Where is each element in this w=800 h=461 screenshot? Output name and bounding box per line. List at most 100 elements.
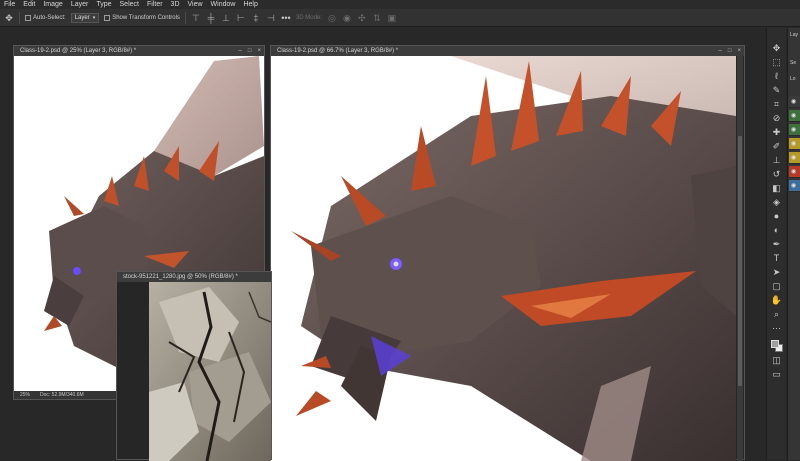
healing-icon[interactable]: ✚ (770, 126, 784, 139)
auto-select-target-dropdown[interactable]: Layer ▾ (70, 12, 100, 23)
shape-icon[interactable]: ▢ (770, 280, 784, 293)
layer-row[interactable]: ◉ (789, 166, 800, 178)
menu-type[interactable]: Type (92, 1, 115, 8)
3d-orbit-icon[interactable]: ◎ (327, 13, 337, 23)
gradient-icon[interactable]: ◈ (770, 196, 784, 209)
history-brush-icon[interactable]: ↺ (770, 168, 784, 181)
eye-icon[interactable]: ◉ (791, 113, 796, 119)
eye-icon[interactable]: ◉ (791, 141, 796, 147)
align-top-icon[interactable]: ⊤ (191, 13, 201, 23)
layers-search-label[interactable]: Se (790, 60, 796, 66)
crop-icon[interactable]: ⌗ (770, 98, 784, 111)
align-right-icon[interactable]: ⊣ (266, 13, 276, 23)
layer-row[interactable]: ◉ (789, 152, 800, 164)
move-icon[interactable]: ✥ (4, 13, 14, 23)
more-icon[interactable]: ⋯ (770, 322, 784, 335)
document-window-main[interactable]: Class-19-2.psd @ 66.7% (Layer 3, RGB/8#)… (270, 45, 745, 461)
3d-scale-icon[interactable]: ▣ (387, 13, 397, 23)
eraser-icon[interactable]: ◧ (770, 182, 784, 195)
menu-bar: File Edit Image Layer Type Select Filter… (0, 0, 800, 9)
maximize-icon[interactable]: □ (728, 48, 732, 54)
align-left-icon[interactable]: ⊢ (236, 13, 246, 23)
document-canvas[interactable] (149, 282, 271, 461)
move-icon[interactable]: ✥ (770, 42, 784, 55)
layers-lock-label: Lo (790, 76, 796, 82)
auto-select-target-value: Layer (74, 14, 90, 21)
dragon-artwork-closeup (291, 56, 736, 461)
path-select-icon[interactable]: ➤ (770, 266, 784, 279)
menu-select[interactable]: Select (116, 1, 143, 8)
document-canvas[interactable] (271, 56, 736, 461)
pen-icon[interactable]: ✒ (770, 238, 784, 251)
document-titlebar[interactable]: stock-951221_1280.jpg @ 50% (RGB/8#) * (117, 272, 271, 282)
menu-view[interactable]: View (184, 1, 207, 8)
stamp-icon[interactable]: ⊥ (770, 154, 784, 167)
menu-filter[interactable]: Filter (143, 1, 167, 8)
menu-3d[interactable]: 3D (167, 1, 184, 8)
dodge-icon[interactable]: ◐ (770, 224, 784, 237)
menu-help[interactable]: Help (239, 1, 261, 8)
zoom-icon[interactable]: ⌕ (770, 308, 784, 321)
document-title: Class-19-2.psd @ 25% (Layer 3, RGB/8#) * (20, 48, 137, 54)
maximize-icon[interactable]: □ (248, 48, 252, 54)
zoom-level[interactable]: 25% (20, 392, 30, 398)
align-vcenter-icon[interactable]: ╪ (206, 13, 216, 23)
lasso-icon[interactable]: ℓ (770, 70, 784, 83)
hand-icon[interactable]: ✋ (770, 294, 784, 307)
auto-select-checkbox[interactable] (25, 14, 31, 21)
auto-select-toggle[interactable]: Auto-Select: (25, 14, 66, 21)
brush-icon[interactable]: ✐ (770, 140, 784, 153)
eye-icon[interactable]: ◉ (791, 183, 796, 189)
show-transform-toggle[interactable]: Show Transform Controls (104, 14, 180, 21)
type-icon[interactable]: T (770, 252, 784, 265)
tools-panel: ✥ ⬚ ℓ ✎ ⌗ ⊘ ✚ ✐ ⊥ ↺ ◧ ◈ ● ◐ ✒ T ➤ ▢ ✋ ⌕ … (766, 28, 786, 460)
eye-icon[interactable]: ◉ (791, 99, 796, 105)
3d-pan-icon[interactable]: ✣ (357, 13, 367, 23)
document-info: Doc: 52.9M/340.6M (40, 392, 84, 398)
layer-row[interactable]: ◉ (789, 110, 800, 122)
close-icon[interactable]: × (257, 48, 261, 54)
options-bar: ✥ Auto-Select: Layer ▾ Show Transform Co… (0, 9, 800, 27)
show-transform-checkbox[interactable] (104, 14, 111, 21)
document-titlebar[interactable]: Class-19-2.psd @ 66.7% (Layer 3, RGB/8#)… (271, 46, 744, 56)
layers-tab-label[interactable]: Lay (790, 32, 798, 38)
menu-layer[interactable]: Layer (67, 1, 93, 8)
blur-icon[interactable]: ● (770, 210, 784, 223)
foreground-color-swatch[interactable] (770, 340, 779, 348)
3d-slide-icon[interactable]: ⇅ (372, 13, 382, 23)
3d-roll-icon[interactable]: ◉ (342, 13, 352, 23)
menu-file[interactable]: File (0, 1, 19, 8)
menu-edit[interactable]: Edit (19, 1, 39, 8)
layer-row[interactable]: ◉ (789, 96, 800, 108)
chevron-down-icon: ▾ (92, 14, 96, 21)
eyedropper-icon[interactable]: ⊘ (770, 112, 784, 125)
more-options-icon[interactable]: ••• (281, 13, 291, 23)
close-icon[interactable]: × (737, 48, 741, 54)
marquee-icon[interactable]: ⬚ (770, 56, 784, 69)
workspace: Class-19-2.psd @ 25% (Layer 3, RGB/8#) *… (0, 28, 765, 461)
quick-select-icon[interactable]: ✎ (770, 84, 784, 97)
align-buttons: ⊤ ╪ ⊥ ⊢ ‡ ⊣ (191, 13, 276, 23)
quick-mask-icon[interactable]: ◫ (770, 354, 784, 367)
layer-row[interactable]: ◉ (789, 180, 800, 192)
scrollbar-thumb[interactable] (738, 136, 742, 386)
layer-row[interactable]: ◉ (789, 138, 800, 150)
minimize-icon[interactable]: – (239, 48, 242, 54)
eye-icon[interactable]: ◉ (791, 169, 796, 175)
minimize-icon[interactable]: – (719, 48, 722, 54)
document-window-photo[interactable]: stock-951221_1280.jpg @ 50% (RGB/8#) * (116, 271, 272, 461)
eye-icon[interactable]: ◉ (791, 127, 796, 133)
layer-row[interactable]: ◉ (789, 124, 800, 136)
menu-window[interactable]: Window (207, 1, 240, 8)
screen-mode-icon[interactable]: ▭ (770, 368, 784, 381)
divider (184, 11, 186, 24)
document-titlebar[interactable]: Class-19-2.psd @ 25% (Layer 3, RGB/8#) *… (14, 46, 264, 56)
align-hcenter-icon[interactable]: ‡ (251, 13, 261, 23)
3d-mode-label: 3D Mode: (295, 14, 322, 21)
menu-image[interactable]: Image (39, 1, 66, 8)
align-bottom-icon[interactable]: ⊥ (221, 13, 231, 23)
vertical-scrollbar[interactable] (737, 56, 743, 461)
eye-icon[interactable]: ◉ (791, 155, 796, 161)
color-swatches[interactable] (770, 339, 784, 353)
show-transform-label: Show Transform Controls (112, 14, 180, 21)
